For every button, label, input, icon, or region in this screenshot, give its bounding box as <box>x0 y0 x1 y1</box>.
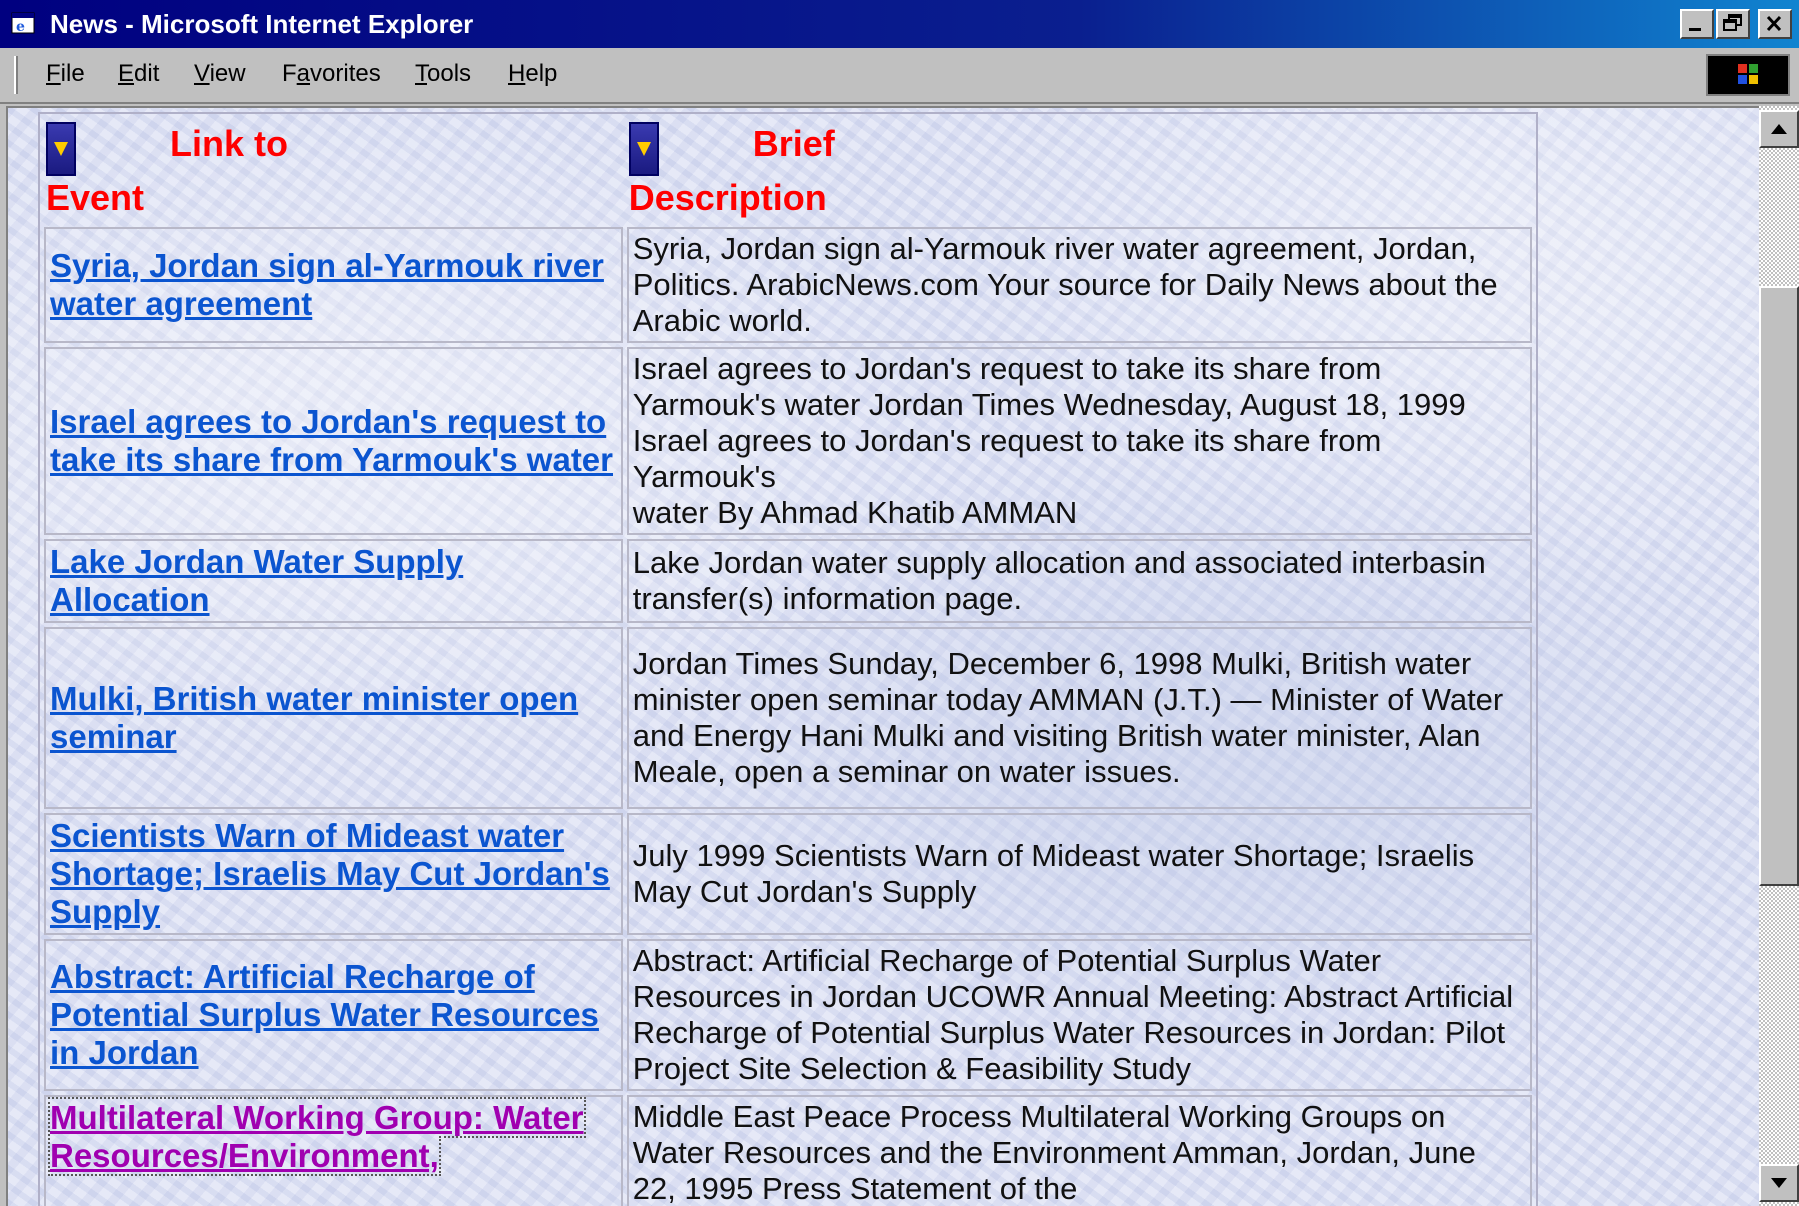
event-description: Abstract: Artificial Recharge of Potenti… <box>632 943 1514 1086</box>
title-bar[interactable]: e News - Microsoft Internet Explorer <box>0 0 1799 48</box>
link-cell: Syria, Jordan sign al-Yarmouk river wate… <box>44 227 623 343</box>
sort-arrow-icon[interactable] <box>46 122 76 176</box>
menu-edit-label: dit <box>134 60 160 87</box>
scrollbar-thumb[interactable] <box>1759 286 1799 886</box>
menu-favorites-pre: F <box>282 60 297 87</box>
close-button[interactable] <box>1758 9 1792 39</box>
menu-file-accel: F <box>46 60 61 87</box>
description-cell: Abstract: Artificial Recharge of Potenti… <box>626 939 1532 1091</box>
menu-tools-accel: T <box>415 60 427 87</box>
description-cell: July 1999 Scientists Warn of Mideast wat… <box>626 813 1532 935</box>
internet-explorer-icon[interactable]: e <box>10 9 40 37</box>
header-link-to-event: Link to Event <box>44 118 623 223</box>
link-cell: Abstract: Artificial Recharge of Potenti… <box>44 939 623 1091</box>
menu-edit-accel: E <box>118 60 135 87</box>
description-cell: Jordan Times Sunday, December 6, 1998 Mu… <box>626 627 1532 809</box>
menu-view-accel: V <box>194 60 210 87</box>
event-description: Jordan Times Sunday, December 6, 1998 Mu… <box>632 646 1504 789</box>
description-cell: Syria, Jordan sign al-Yarmouk river wate… <box>626 227 1532 343</box>
table-row: Syria, Jordan sign al-Yarmouk river wate… <box>44 227 1532 343</box>
event-description: July 1999 Scientists Warn of Mideast wat… <box>632 838 1475 909</box>
description-cell: Middle East Peace Process Multilateral W… <box>626 1095 1532 1206</box>
table-header-row: Link to Event Brief Description <box>44 118 1532 223</box>
page-content[interactable]: Link to Event Brief Description Syria, J… <box>6 106 1759 1206</box>
description-cell: Lake Jordan water supply allocation and … <box>626 539 1532 623</box>
menu-help[interactable]: Help <box>508 58 557 90</box>
menu-favorites-label: vorites <box>310 60 381 87</box>
table-row: Multilateral Working Group: Water Resour… <box>44 1095 1532 1206</box>
menu-favorites[interactable]: Favorites <box>282 58 381 90</box>
sort-arrow-icon[interactable] <box>628 122 659 176</box>
scroll-up-button[interactable] <box>1759 110 1799 148</box>
table-row: Abstract: Artificial Recharge of Potenti… <box>44 939 1532 1091</box>
event-link[interactable]: Israel agrees to Jordan's request to tak… <box>50 403 613 478</box>
header-desc-line2: Description <box>628 177 827 218</box>
event-link[interactable]: Syria, Jordan sign al-Yarmouk river wate… <box>50 247 604 322</box>
svg-text:e: e <box>16 19 25 35</box>
menu-view-label: iew <box>209 60 246 87</box>
menu-help-label: elp <box>525 60 558 87</box>
table-row: Scientists Warn of Mideast water Shortag… <box>44 813 1532 935</box>
event-link[interactable]: Scientists Warn of Mideast water Shortag… <box>50 817 610 930</box>
link-cell: Multilateral Working Group: Water Resour… <box>44 1095 623 1206</box>
link-cell: Scientists Warn of Mideast water Shortag… <box>44 813 623 935</box>
event-link[interactable]: Abstract: Artificial Recharge of Potenti… <box>50 958 599 1071</box>
windows-logo-icon <box>1706 54 1790 96</box>
description-cell: Israel agrees to Jordan's request to tak… <box>626 347 1532 535</box>
toolbar-grip[interactable] <box>14 56 18 94</box>
event-link[interactable]: Lake Jordan Water Supply Allocation <box>50 543 463 618</box>
news-table: Link to Event Brief Description Syria, J… <box>38 112 1538 1206</box>
menu-file-label: ile <box>60 60 85 87</box>
header-desc-line1: Brief <box>752 123 835 164</box>
menu-tools[interactable]: Tools <box>415 58 471 90</box>
header-link-line1: Link to <box>170 123 288 164</box>
event-description: Lake Jordan water supply allocation and … <box>632 545 1486 616</box>
menu-file[interactable]: File <box>46 58 85 90</box>
window-title: News - Microsoft Internet Explorer <box>50 9 474 39</box>
event-description: Israel agrees to Jordan's request to tak… <box>632 351 1466 494</box>
restore-button[interactable] <box>1716 9 1750 39</box>
link-cell: Israel agrees to Jordan's request to tak… <box>44 347 623 535</box>
event-description-cont: water By Ahmad Khatib AMMAN <box>632 495 1078 530</box>
menu-favorites-accel: a <box>296 60 311 87</box>
table-row: Israel agrees to Jordan's request to tak… <box>44 347 1532 535</box>
table-row: Mulki, British water minister open semin… <box>44 627 1532 809</box>
menu-help-accel: H <box>508 60 526 87</box>
browser-window: e News - Microsoft Internet Explorer Fil… <box>0 0 1799 1206</box>
event-description: Middle East Peace Process Multilateral W… <box>632 1099 1476 1206</box>
link-cell: Mulki, British water minister open semin… <box>44 627 623 809</box>
menu-edit[interactable]: Edit <box>118 58 159 90</box>
scroll-down-button[interactable] <box>1759 1164 1799 1202</box>
header-brief-description: Brief Description <box>627 118 1532 223</box>
vertical-scrollbar[interactable] <box>1759 106 1799 1206</box>
link-cell: Lake Jordan Water Supply Allocation <box>44 539 623 623</box>
menu-bar: File Edit View Favorites Tools Help <box>0 48 1799 104</box>
arrow-down-icon <box>1771 1178 1787 1188</box>
table-row: Lake Jordan Water Supply Allocation Lake… <box>44 539 1532 623</box>
menu-tools-label: ools <box>427 60 472 87</box>
event-link[interactable]: Multilateral Working Group: Water Resour… <box>48 1097 586 1176</box>
minimize-button[interactable] <box>1680 9 1714 39</box>
menu-view[interactable]: View <box>194 58 246 90</box>
event-description: Syria, Jordan sign al-Yarmouk river wate… <box>632 231 1498 338</box>
event-link[interactable]: Mulki, British water minister open semin… <box>50 680 578 755</box>
header-link-line2: Event <box>46 177 145 218</box>
arrow-up-icon <box>1771 124 1787 134</box>
